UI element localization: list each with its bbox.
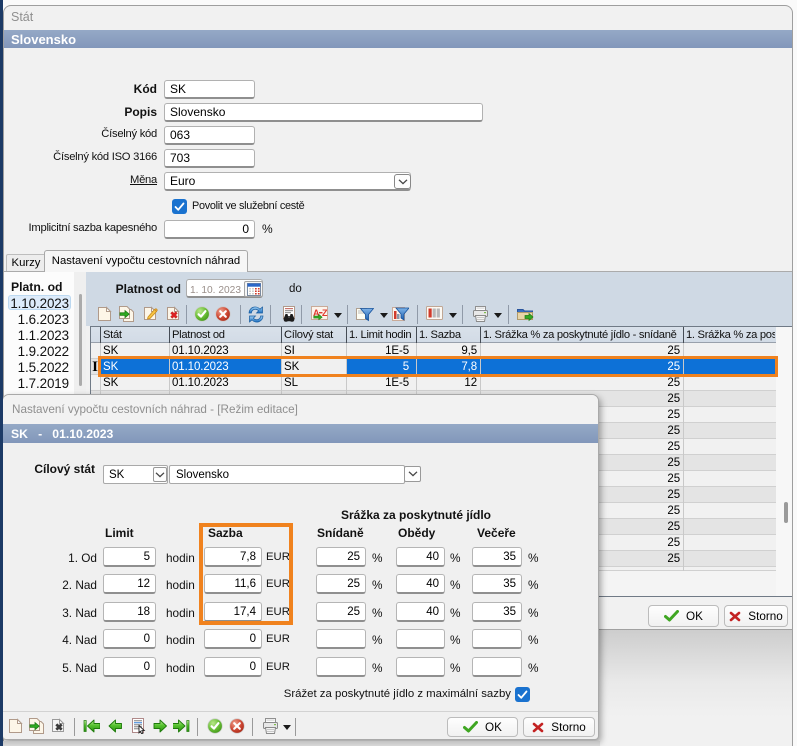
svg-text:Z: Z bbox=[322, 308, 328, 318]
